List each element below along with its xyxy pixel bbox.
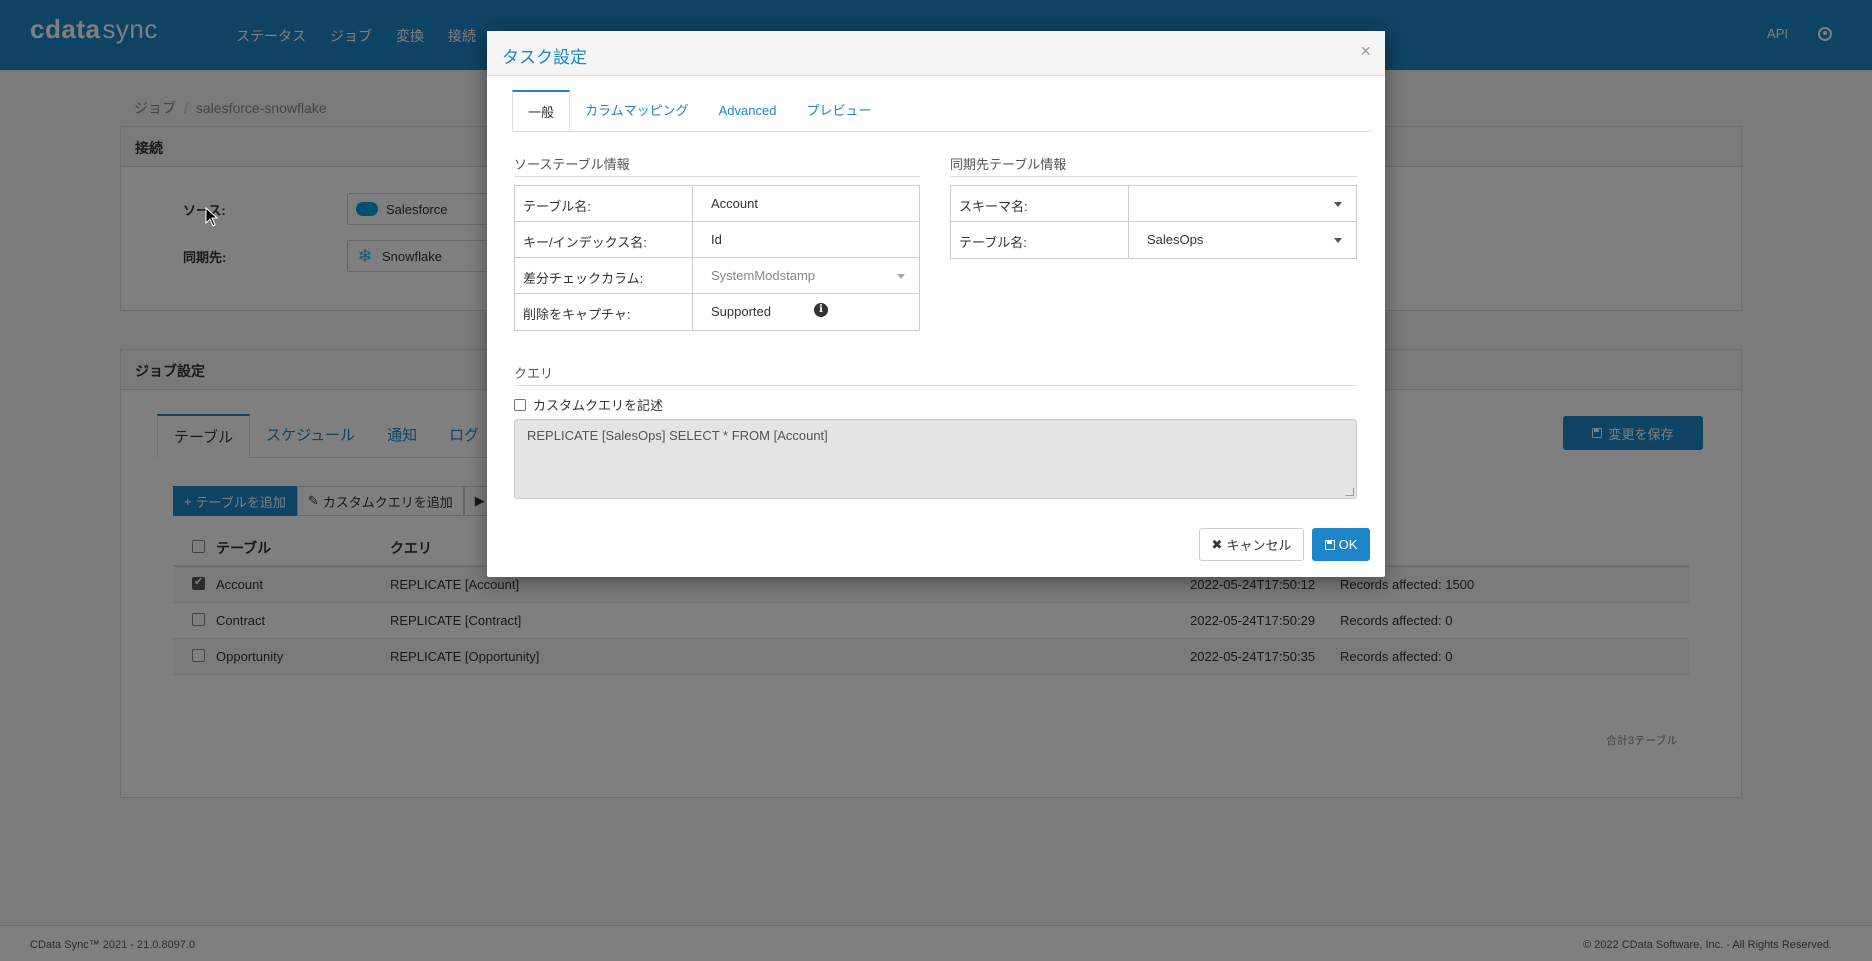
key-value: Id [711, 232, 722, 247]
custom-query-toggle[interactable]: カスタムクエリを記述 [514, 395, 663, 414]
tab-general[interactable]: 一般 [512, 90, 571, 131]
query-text: REPLICATE [SalesOps] SELECT * FROM [Acco… [527, 428, 828, 443]
source-table-value: Account [711, 196, 758, 211]
dest-table-label: テーブル名: [951, 222, 1129, 258]
modal-header: タスク設定 × [487, 31, 1385, 76]
source-section-title: ソーステーブル情報 [514, 154, 920, 177]
diff-label: 差分チェックカラム: [515, 258, 693, 293]
dest-table-select[interactable]: SalesOps [1129, 222, 1356, 258]
schema-row: スキーマ名: [951, 186, 1356, 222]
modal-tabs: 一般 カラムマッピング Advanced プレビュー [512, 90, 1372, 132]
tab-column-mapping[interactable]: カラムマッピング [570, 90, 704, 131]
ok-button[interactable]: OK [1312, 528, 1370, 561]
dest-table-value: SalesOps [1147, 232, 1204, 247]
schema-label: スキーマ名: [951, 186, 1129, 221]
resize-handle[interactable] [1346, 488, 1354, 496]
cancel-button[interactable]: ✖ キャンセル [1199, 528, 1304, 561]
dest-table-info: スキーマ名: テーブル名: SalesOps [950, 185, 1357, 259]
diff-row: 差分チェックカラム: SystemModstamp [515, 258, 919, 294]
dest-table-row: テーブル名: SalesOps [951, 222, 1356, 258]
task-settings-modal: タスク設定 × 一般 カラムマッピング Advanced プレビュー ソーステー… [487, 31, 1385, 577]
ok-label: OK [1338, 537, 1358, 552]
custom-query-label: カスタムクエリを記述 [533, 398, 664, 413]
source-table-label: テーブル名: [515, 186, 693, 221]
tab-preview[interactable]: プレビュー [791, 90, 886, 131]
chevron-down-icon [1334, 202, 1342, 207]
key-label: キー/インデックス名: [515, 222, 693, 257]
dest-section-title: 同期先テーブル情報 [950, 154, 1357, 177]
source-table-row: テーブル名: Account [515, 186, 919, 222]
chevron-down-icon [897, 274, 905, 279]
chevron-down-icon [1334, 238, 1342, 243]
schema-select[interactable] [1129, 186, 1356, 221]
query-textarea[interactable]: REPLICATE [SalesOps] SELECT * FROM [Acco… [514, 419, 1357, 499]
close-icon[interactable]: × [1360, 41, 1371, 62]
key-row: キー/インデックス名: Id [515, 222, 919, 258]
cancel-label: キャンセル [1226, 538, 1292, 553]
diff-select[interactable]: SystemModstamp [693, 258, 919, 293]
close-x-icon: ✖ [1211, 536, 1223, 552]
tab-advanced[interactable]: Advanced [704, 90, 792, 131]
capture-label: 削除をキャプチャ: [515, 294, 693, 330]
custom-query-checkbox[interactable] [514, 398, 526, 411]
capture-cell: Supported i [693, 294, 919, 330]
modal-title: タスク設定 [502, 48, 587, 67]
diff-value: SystemModstamp [711, 268, 816, 283]
capture-value: Supported [711, 304, 771, 319]
query-section-title: クエリ [514, 363, 1357, 386]
source-table-info: テーブル名: Account キー/インデックス名: Id 差分チェックカラム:… [514, 185, 920, 331]
save-icon [1324, 539, 1335, 550]
capture-row: 削除をキャプチャ: Supported i [515, 294, 919, 330]
info-icon[interactable]: i [814, 303, 828, 317]
